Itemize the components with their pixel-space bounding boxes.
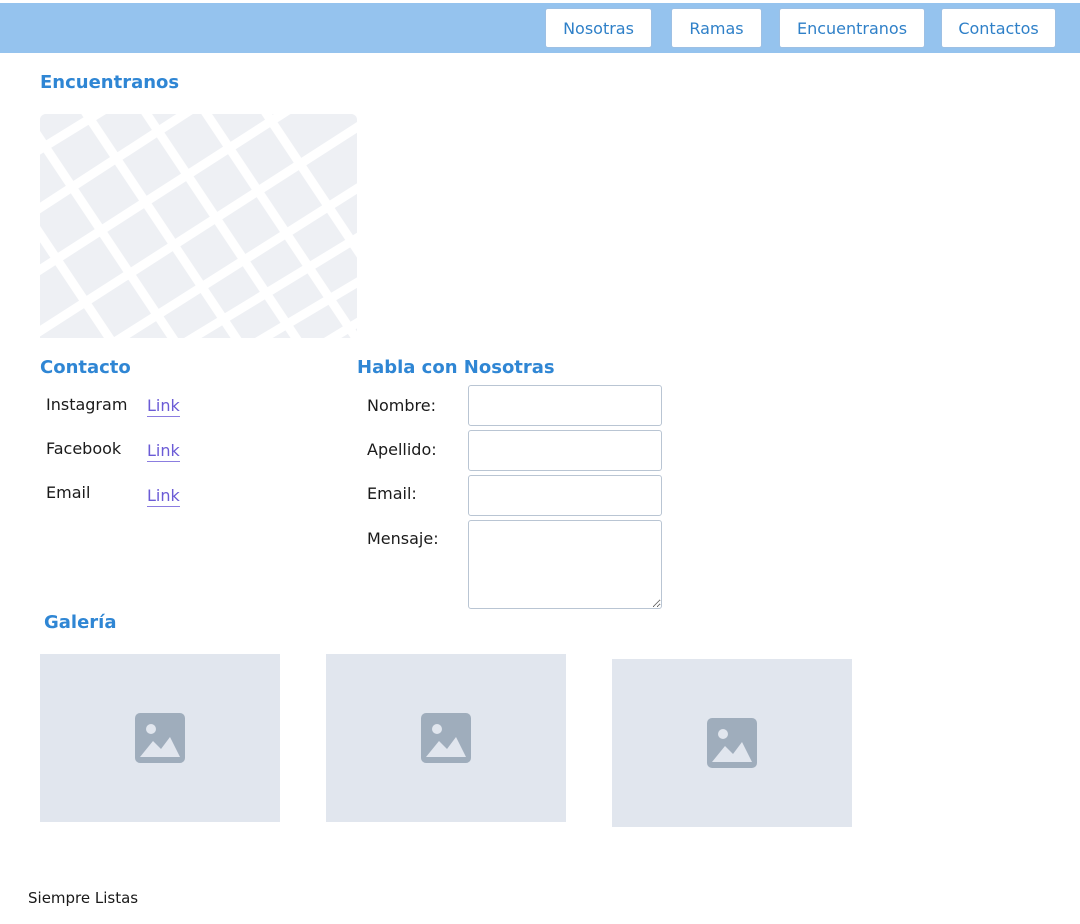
email-input[interactable] [468, 475, 662, 516]
map-placeholder[interactable] [40, 114, 357, 338]
nav-contactos-button[interactable]: Contactos [941, 8, 1056, 48]
apellido-label: Apellido: [367, 440, 437, 459]
find-us-title: Encuentranos [40, 72, 180, 93]
mensaje-label: Mensaje: [367, 529, 439, 548]
image-icon [421, 713, 471, 763]
contact-label-facebook: Facebook [46, 439, 122, 458]
top-nav-bar: Nosotras Ramas Encuentranos Contactos [0, 3, 1080, 53]
gallery-image-3[interactable] [612, 659, 852, 827]
contact-label-email: Email [46, 483, 91, 502]
footer-text: Siempre Listas [28, 889, 139, 907]
nav-nosotras-button[interactable]: Nosotras [545, 8, 652, 48]
gallery-image-2[interactable] [326, 654, 566, 822]
image-icon [135, 713, 185, 763]
apellido-input[interactable] [468, 430, 662, 471]
form-title: Habla con Nosotras [357, 357, 555, 378]
contact-title: Contacto [40, 357, 131, 378]
mensaje-textarea[interactable] [468, 520, 662, 609]
contact-label-instagram: Instagram [46, 395, 128, 414]
nombre-label: Nombre: [367, 396, 436, 415]
nombre-input[interactable] [468, 385, 662, 426]
nav-ramas-button[interactable]: Ramas [671, 8, 762, 48]
gallery-title: Galería [44, 612, 117, 633]
email-link[interactable]: Link [147, 486, 180, 507]
email-label: Email: [367, 484, 417, 503]
image-icon [707, 718, 757, 768]
facebook-link[interactable]: Link [147, 441, 180, 462]
map-icon [40, 114, 357, 338]
nav-encuentranos-button[interactable]: Encuentranos [779, 8, 925, 48]
gallery-image-1[interactable] [40, 654, 280, 822]
instagram-link[interactable]: Link [147, 396, 180, 417]
